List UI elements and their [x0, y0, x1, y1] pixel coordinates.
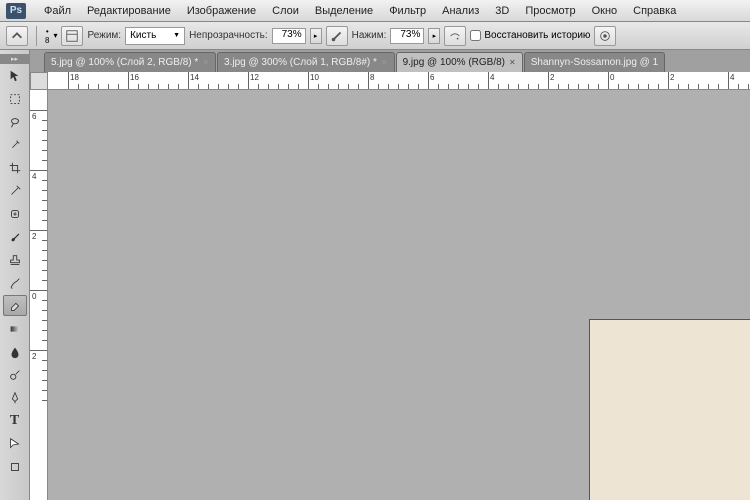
tool-wand[interactable]	[3, 134, 27, 155]
app-logo: Ps	[6, 3, 26, 19]
tool-move[interactable]	[3, 65, 27, 86]
ruler-horizontal[interactable]: 18161412108642024	[48, 72, 750, 90]
brush-panel-icon[interactable]	[61, 26, 83, 46]
close-icon[interactable]: ✕	[509, 58, 516, 67]
mode-label: Режим:	[87, 30, 121, 41]
tool-path[interactable]	[3, 433, 27, 454]
menu-layer[interactable]: Слои	[264, 5, 307, 17]
tool-pen[interactable]	[3, 387, 27, 408]
document-tab-bar: 5.jpg @ 100% (Слой 2, RGB/8) * ✕ 3.jpg @ …	[30, 50, 750, 72]
tool-shape[interactable]	[3, 456, 27, 477]
menu-analysis[interactable]: Анализ	[434, 5, 487, 17]
close-icon[interactable]: ✕	[381, 58, 388, 67]
mode-select[interactable]: Кисть▼	[125, 27, 185, 45]
tool-crop[interactable]	[3, 157, 27, 178]
tool-gradient[interactable]	[3, 318, 27, 339]
toolbox: ▸▸ T	[0, 50, 30, 500]
separator	[36, 26, 37, 46]
opacity-input[interactable]: 73%	[272, 28, 306, 44]
tool-eraser[interactable]	[3, 295, 27, 316]
menu-filter[interactable]: Фильтр	[381, 5, 434, 17]
document-tab[interactable]: 3.jpg @ 300% (Слой 1, RGB/8#) * ✕	[217, 52, 395, 72]
menu-edit[interactable]: Редактирование	[79, 5, 179, 17]
options-bar: •8 ▾ Режим: Кисть▼ Непрозрачность: 73% ▸…	[0, 22, 750, 50]
restore-history-check[interactable]: Восстановить историю	[470, 30, 590, 41]
pressure-size-icon[interactable]	[594, 26, 616, 46]
menu-bar: Ps Файл Редактирование Изображение Слои …	[0, 0, 750, 22]
flow-input[interactable]: 73%	[390, 28, 424, 44]
tool-history-brush[interactable]	[3, 272, 27, 293]
brush-preset[interactable]: •8	[45, 27, 49, 45]
tool-preset-icon[interactable]	[6, 26, 28, 46]
document-tab[interactable]: 5.jpg @ 100% (Слой 2, RGB/8) * ✕	[44, 52, 216, 72]
document-tab[interactable]: Shannyn-Sossamon.jpg @ 1	[524, 52, 665, 72]
ruler-vertical[interactable]: 64202	[30, 90, 48, 500]
tool-brush[interactable]	[3, 226, 27, 247]
tool-stamp[interactable]	[3, 249, 27, 270]
menu-view[interactable]: Просмотр	[517, 5, 583, 17]
pressure-opacity-icon[interactable]	[326, 26, 348, 46]
tool-lasso[interactable]	[3, 111, 27, 132]
menu-image[interactable]: Изображение	[179, 5, 264, 17]
document-image	[590, 320, 750, 500]
ruler-origin[interactable]	[30, 72, 48, 90]
mode-value: Кисть	[130, 30, 156, 41]
tool-type[interactable]: T	[3, 410, 27, 431]
tab-label: 5.jpg @ 100% (Слой 2, RGB/8) *	[51, 57, 198, 68]
tab-label: 9.jpg @ 100% (RGB/8)	[403, 57, 505, 68]
menu-file[interactable]: Файл	[36, 5, 79, 17]
tab-label: Shannyn-Sossamon.jpg @ 1	[531, 57, 658, 68]
toolbox-expand[interactable]: ▸▸	[0, 54, 29, 64]
opacity-flyout[interactable]: ▸	[310, 28, 322, 44]
flow-label: Нажим:	[352, 30, 387, 41]
work-area: 5.jpg @ 100% (Слой 2, RGB/8) * ✕ 3.jpg @ …	[30, 50, 750, 500]
flow-flyout[interactable]: ▸	[428, 28, 440, 44]
tool-dodge[interactable]	[3, 364, 27, 385]
menu-3d[interactable]: 3D	[487, 5, 517, 17]
menu-select[interactable]: Выделение	[307, 5, 381, 17]
menu-help[interactable]: Справка	[625, 5, 684, 17]
brush-size-label: 8	[45, 36, 49, 45]
canvas-area[interactable]	[48, 90, 750, 500]
main-area: ▸▸ T 5.jpg @ 100% (Слой 2, RGB/8) * ✕ 3.j…	[0, 50, 750, 500]
tool-marquee[interactable]	[3, 88, 27, 109]
tab-label: 3.jpg @ 300% (Слой 1, RGB/8#) *	[224, 57, 377, 68]
document-tab[interactable]: 9.jpg @ 100% (RGB/8) ✕	[396, 52, 523, 72]
airbrush-icon[interactable]	[444, 26, 466, 46]
tool-blur[interactable]	[3, 341, 27, 362]
close-icon[interactable]: ✕	[202, 58, 209, 67]
tool-eyedropper[interactable]	[3, 180, 27, 201]
opacity-label: Непрозрачность:	[189, 30, 268, 41]
menu-window[interactable]: Окно	[584, 5, 626, 17]
tool-heal[interactable]	[3, 203, 27, 224]
restore-history-label: Восстановить историю	[484, 30, 590, 41]
